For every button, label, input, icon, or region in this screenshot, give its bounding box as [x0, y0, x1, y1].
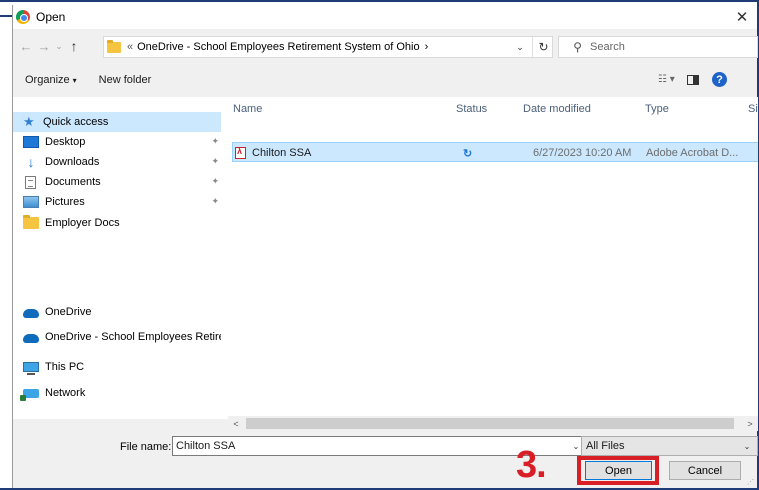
organize-label: Organize — [25, 74, 70, 86]
search-placeholder: Search — [590, 41, 625, 53]
column-header-size[interactable]: Siz — [748, 99, 758, 119]
chrome-icon — [16, 10, 30, 24]
desktop-icon — [23, 136, 39, 148]
sidebar-item-label: Network — [45, 387, 86, 399]
breadcrumb-chevron-icon[interactable]: › — [425, 41, 429, 53]
file-type-value: All Files — [586, 440, 625, 452]
type-cell: Adobe Acrobat D... — [646, 147, 739, 159]
file-name-cell: Chilton SSA — [235, 145, 311, 161]
sync-status-icon: ↻ — [463, 147, 473, 160]
organize-button[interactable]: Organize ▾ — [25, 74, 77, 86]
column-header-date-modified[interactable]: Date modified — [523, 99, 591, 119]
close-button[interactable]: ✕ — [727, 5, 757, 29]
file-name-label: File name: — [120, 441, 172, 453]
column-header-name[interactable]: Name — [233, 99, 262, 119]
sidebar-item-documents[interactable]: Documents ✦ — [13, 172, 221, 192]
pictures-icon — [23, 196, 39, 208]
scroll-right-icon[interactable]: > — [742, 416, 758, 431]
search-box[interactable]: ⚲ Search — [558, 36, 758, 58]
file-name-value: Chilton SSA — [176, 440, 236, 452]
forward-arrow-icon[interactable]: → — [35, 35, 53, 57]
title-bar: Open ✕ — [13, 5, 757, 29]
star-icon: ★ — [23, 114, 35, 129]
sidebar-item-label: OneDrive — [45, 306, 92, 318]
step-annotation: 3. — [516, 444, 547, 486]
table-row[interactable]: Chilton SSA ↻ 6/27/2023 10:20 AM Adobe A… — [232, 142, 758, 162]
sidebar-item-pictures[interactable]: Pictures ✦ — [13, 192, 221, 212]
scrollbar-thumb[interactable] — [246, 418, 734, 429]
command-toolbar: Organize ▾ New folder ☷ ▾ ? — [13, 67, 757, 93]
sidebar-item-label: Desktop — [45, 136, 86, 148]
sidebar-item-desktop[interactable]: Desktop ✦ — [13, 132, 221, 152]
back-arrow-icon[interactable]: ← — [17, 35, 35, 57]
caret-down-icon: ▾ — [72, 76, 77, 85]
sidebar-item-network[interactable]: Network — [13, 383, 221, 403]
address-bar[interactable]: « OneDrive - School Employees Retirement… — [103, 36, 553, 58]
pdf-icon — [235, 146, 246, 159]
sidebar-item-quick-access[interactable]: ★ Quick access — [13, 112, 221, 132]
sidebar-item-onedrive-serso[interactable]: OneDrive - School Employees Retirem — [13, 327, 221, 347]
refresh-icon[interactable]: ↻ — [532, 37, 554, 57]
folder-icon — [23, 215, 39, 229]
sidebar-item-label: Employer Docs — [45, 217, 120, 229]
date-modified-cell: 6/27/2023 10:20 AM — [533, 147, 632, 159]
new-folder-button[interactable]: New folder — [99, 74, 152, 86]
preview-pane-icon[interactable] — [687, 75, 699, 85]
dialog-title: Open — [36, 10, 66, 24]
pin-icon: ✦ — [211, 156, 219, 166]
downloads-icon: ↓ — [27, 154, 35, 170]
horizontal-scrollbar[interactable]: < > — [228, 416, 758, 431]
sidebar-item-label: This PC — [45, 361, 85, 373]
open-dialog: Open ✕ ← → ⌄ ↑ « OneDrive - School Emplo… — [12, 5, 758, 488]
breadcrumb-onedrive-ohio[interactable]: OneDrive - School Employees Retirement S… — [137, 41, 419, 53]
documents-icon — [25, 175, 36, 189]
sidebar-item-label: Downloads — [45, 156, 100, 168]
navigation-pane: ★ Quick access Desktop ✦ ↓ Downloads ✦ D… — [13, 97, 221, 419]
folder-icon — [107, 39, 121, 53]
breadcrumb-overflow-icon[interactable]: « — [127, 41, 133, 53]
column-header-type[interactable]: Type — [645, 99, 669, 119]
computer-icon — [23, 362, 39, 375]
file-list: Name ^ Status Date modified Type Siz Chi… — [228, 97, 758, 419]
cancel-button[interactable]: Cancel — [669, 461, 741, 480]
address-dropdown-chevron-icon[interactable]: ⌄ — [509, 37, 531, 57]
sidebar-item-employer-docs[interactable]: Employer Docs — [13, 213, 221, 233]
sidebar-item-label: OneDrive - School Employees Retirem — [45, 331, 221, 343]
file-name: Chilton SSA — [252, 147, 312, 159]
help-icon[interactable]: ? — [712, 72, 727, 87]
pin-icon: ✦ — [211, 196, 219, 206]
scroll-left-icon[interactable]: < — [228, 416, 244, 431]
recent-locations-chevron-icon[interactable]: ⌄ — [53, 35, 65, 57]
sort-ascending-icon: ^ — [348, 97, 353, 102]
change-view-icon[interactable]: ☷ ▾ — [658, 74, 675, 85]
address-row: ← → ⌄ ↑ « OneDrive - School Employees Re… — [13, 33, 758, 59]
sidebar-item-downloads[interactable]: ↓ Downloads ✦ — [13, 152, 221, 172]
cloud-icon — [23, 308, 39, 318]
pin-icon: ✦ — [211, 176, 219, 186]
sidebar-item-onedrive[interactable]: OneDrive — [13, 302, 221, 322]
sidebar-item-label: Documents — [45, 176, 101, 188]
sidebar-item-label: Quick access — [43, 116, 109, 128]
file-type-select[interactable]: All Files ⌄ — [581, 436, 758, 456]
column-header-status[interactable]: Status — [456, 99, 487, 119]
up-arrow-icon[interactable]: ↑ — [65, 35, 83, 57]
chevron-down-icon: ⌄ — [743, 441, 751, 451]
sidebar-item-this-pc[interactable]: This PC — [13, 357, 221, 377]
pin-icon: ✦ — [211, 136, 219, 146]
open-button[interactable]: Open — [585, 461, 652, 480]
cloud-icon — [23, 333, 39, 343]
resize-grip-icon[interactable]: ⋰ — [747, 478, 754, 486]
network-icon — [20, 388, 39, 401]
search-icon: ⚲ — [573, 40, 582, 54]
sidebar-item-label: Pictures — [45, 196, 85, 208]
